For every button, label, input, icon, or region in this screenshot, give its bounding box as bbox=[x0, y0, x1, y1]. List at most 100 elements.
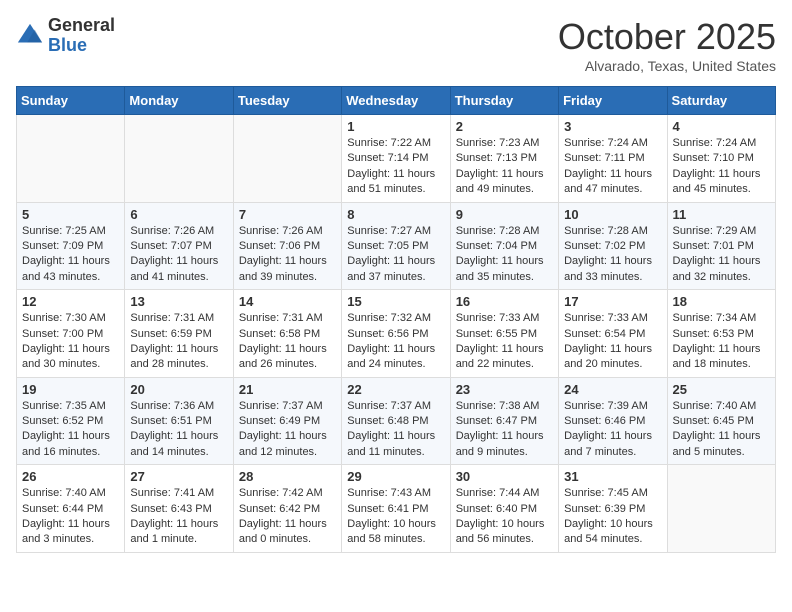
cell-line: Daylight: 11 hours and 22 minutes. bbox=[456, 342, 553, 373]
calendar-cell: 22Sunrise: 7:37 AMSunset: 6:48 PMDayligh… bbox=[342, 377, 450, 465]
cell-line: Sunrise: 7:42 AM bbox=[239, 486, 336, 501]
cell-line: Sunrise: 7:36 AM bbox=[130, 399, 227, 414]
cell-line: Daylight: 11 hours and 32 minutes. bbox=[673, 254, 770, 285]
cell-content: Sunrise: 7:33 AMSunset: 6:54 PMDaylight:… bbox=[564, 311, 661, 373]
cell-content: Sunrise: 7:33 AMSunset: 6:55 PMDaylight:… bbox=[456, 311, 553, 373]
cell-line: Sunset: 6:55 PM bbox=[456, 327, 553, 342]
cell-line: Sunrise: 7:40 AM bbox=[22, 486, 119, 501]
cell-content: Sunrise: 7:31 AMSunset: 6:59 PMDaylight:… bbox=[130, 311, 227, 373]
cell-line: Sunset: 7:06 PM bbox=[239, 239, 336, 254]
cell-line: Sunset: 6:52 PM bbox=[22, 414, 119, 429]
calendar-cell bbox=[667, 465, 775, 553]
day-number: 30 bbox=[456, 469, 553, 484]
cell-content: Sunrise: 7:22 AMSunset: 7:14 PMDaylight:… bbox=[347, 136, 444, 198]
cell-content: Sunrise: 7:37 AMSunset: 6:49 PMDaylight:… bbox=[239, 399, 336, 461]
cell-line: Sunrise: 7:26 AM bbox=[239, 224, 336, 239]
cell-line: Sunset: 7:11 PM bbox=[564, 151, 661, 166]
calendar-cell: 25Sunrise: 7:40 AMSunset: 6:45 PMDayligh… bbox=[667, 377, 775, 465]
cell-line: Sunset: 6:54 PM bbox=[564, 327, 661, 342]
day-number: 23 bbox=[456, 382, 553, 397]
cell-content: Sunrise: 7:30 AMSunset: 7:00 PMDaylight:… bbox=[22, 311, 119, 373]
cell-line: Sunset: 6:59 PM bbox=[130, 327, 227, 342]
calendar-cell: 23Sunrise: 7:38 AMSunset: 6:47 PMDayligh… bbox=[450, 377, 558, 465]
logo: General Blue bbox=[16, 16, 115, 56]
calendar-cell: 30Sunrise: 7:44 AMSunset: 6:40 PMDayligh… bbox=[450, 465, 558, 553]
cell-line: Sunset: 6:39 PM bbox=[564, 502, 661, 517]
cell-content: Sunrise: 7:27 AMSunset: 7:05 PMDaylight:… bbox=[347, 224, 444, 286]
calendar-body: 1Sunrise: 7:22 AMSunset: 7:14 PMDaylight… bbox=[17, 115, 776, 553]
calendar-cell: 29Sunrise: 7:43 AMSunset: 6:41 PMDayligh… bbox=[342, 465, 450, 553]
calendar-cell: 4 Sunrise: 7:24 AMSunset: 7:10 PMDaylight… bbox=[667, 115, 775, 203]
day-header-wednesday: Wednesday bbox=[342, 87, 450, 115]
cell-line: Sunset: 6:40 PM bbox=[456, 502, 553, 517]
cell-line: Daylight: 11 hours and 39 minutes. bbox=[239, 254, 336, 285]
calendar-cell: 11Sunrise: 7:29 AMSunset: 7:01 PMDayligh… bbox=[667, 202, 775, 290]
cell-content: Sunrise: 7:25 AMSunset: 7:09 PMDaylight:… bbox=[22, 224, 119, 286]
cell-line: Sunset: 6:49 PM bbox=[239, 414, 336, 429]
day-header-sunday: Sunday bbox=[17, 87, 125, 115]
cell-content: Sunrise: 7:31 AMSunset: 6:58 PMDaylight:… bbox=[239, 311, 336, 373]
cell-line: Sunrise: 7:28 AM bbox=[564, 224, 661, 239]
cell-line: Sunrise: 7:22 AM bbox=[347, 136, 444, 151]
calendar-cell: 1Sunrise: 7:22 AMSunset: 7:14 PMDaylight… bbox=[342, 115, 450, 203]
day-headers-row: SundayMondayTuesdayWednesdayThursdayFrid… bbox=[17, 87, 776, 115]
cell-content: Sunrise: 7:26 AMSunset: 7:06 PMDaylight:… bbox=[239, 224, 336, 286]
calendar-cell: 3Sunrise: 7:24 AMSunset: 7:11 PMDaylight… bbox=[559, 115, 667, 203]
calendar-cell: 21Sunrise: 7:37 AMSunset: 6:49 PMDayligh… bbox=[233, 377, 341, 465]
cell-line: Daylight: 11 hours and 35 minutes. bbox=[456, 254, 553, 285]
cell-line: Sunrise: 7:23 AM bbox=[456, 136, 553, 151]
logo-general: General bbox=[48, 16, 115, 36]
cell-line: Daylight: 11 hours and 49 minutes. bbox=[456, 167, 553, 198]
cell-content: Sunrise: 7:42 AMSunset: 6:42 PMDaylight:… bbox=[239, 486, 336, 548]
cell-line: Sunset: 7:05 PM bbox=[347, 239, 444, 254]
cell-content: Sunrise: 7:28 AMSunset: 7:04 PMDaylight:… bbox=[456, 224, 553, 286]
day-number: 13 bbox=[130, 294, 227, 309]
day-number: 4 bbox=[673, 119, 770, 134]
calendar-cell bbox=[17, 115, 125, 203]
cell-line: Sunrise: 7:44 AM bbox=[456, 486, 553, 501]
cell-line: Daylight: 11 hours and 1 minute. bbox=[130, 517, 227, 548]
cell-line: Sunrise: 7:32 AM bbox=[347, 311, 444, 326]
cell-line: Sunrise: 7:39 AM bbox=[564, 399, 661, 414]
cell-line: Sunrise: 7:25 AM bbox=[22, 224, 119, 239]
calendar-cell: 12Sunrise: 7:30 AMSunset: 7:00 PMDayligh… bbox=[17, 290, 125, 378]
cell-content: Sunrise: 7:39 AMSunset: 6:46 PMDaylight:… bbox=[564, 399, 661, 461]
calendar-cell: 31Sunrise: 7:45 AMSunset: 6:39 PMDayligh… bbox=[559, 465, 667, 553]
cell-line: Daylight: 11 hours and 5 minutes. bbox=[673, 429, 770, 460]
calendar-cell: 27Sunrise: 7:41 AMSunset: 6:43 PMDayligh… bbox=[125, 465, 233, 553]
cell-line: Daylight: 11 hours and 30 minutes. bbox=[22, 342, 119, 373]
cell-line: Sunrise: 7:35 AM bbox=[22, 399, 119, 414]
calendar-cell: 19Sunrise: 7:35 AMSunset: 6:52 PMDayligh… bbox=[17, 377, 125, 465]
cell-line: Sunrise: 7:37 AM bbox=[347, 399, 444, 414]
cell-line: Sunset: 7:10 PM bbox=[673, 151, 770, 166]
cell-line: Sunset: 6:46 PM bbox=[564, 414, 661, 429]
day-number: 27 bbox=[130, 469, 227, 484]
cell-line: Sunrise: 7:34 AM bbox=[673, 311, 770, 326]
day-number: 7 bbox=[239, 207, 336, 222]
calendar-cell: 16Sunrise: 7:33 AMSunset: 6:55 PMDayligh… bbox=[450, 290, 558, 378]
day-number: 28 bbox=[239, 469, 336, 484]
day-number: 25 bbox=[673, 382, 770, 397]
cell-line: Daylight: 11 hours and 33 minutes. bbox=[564, 254, 661, 285]
calendar-cell: 26Sunrise: 7:40 AMSunset: 6:44 PMDayligh… bbox=[17, 465, 125, 553]
calendar-cell: 18Sunrise: 7:34 AMSunset: 6:53 PMDayligh… bbox=[667, 290, 775, 378]
cell-content: Sunrise: 7:37 AMSunset: 6:48 PMDaylight:… bbox=[347, 399, 444, 461]
cell-line: Sunrise: 7:33 AM bbox=[564, 311, 661, 326]
week-row-2: 5Sunrise: 7:25 AMSunset: 7:09 PMDaylight… bbox=[17, 202, 776, 290]
cell-line: Sunset: 6:41 PM bbox=[347, 502, 444, 517]
calendar-cell: 10Sunrise: 7:28 AMSunset: 7:02 PMDayligh… bbox=[559, 202, 667, 290]
cell-line: Sunset: 7:14 PM bbox=[347, 151, 444, 166]
cell-content: Sunrise: 7:24 AMSunset: 7:10 PMDaylight:… bbox=[673, 136, 770, 198]
page-header: General Blue October 2025 Alvarado, Texa… bbox=[16, 16, 776, 74]
day-number: 2 bbox=[456, 119, 553, 134]
cell-line: Daylight: 11 hours and 41 minutes. bbox=[130, 254, 227, 285]
cell-line: Sunset: 7:09 PM bbox=[22, 239, 119, 254]
cell-line: Daylight: 11 hours and 14 minutes. bbox=[130, 429, 227, 460]
calendar-cell bbox=[233, 115, 341, 203]
day-number: 17 bbox=[564, 294, 661, 309]
week-row-3: 12Sunrise: 7:30 AMSunset: 7:00 PMDayligh… bbox=[17, 290, 776, 378]
calendar-cell: 9Sunrise: 7:28 AMSunset: 7:04 PMDaylight… bbox=[450, 202, 558, 290]
cell-line: Sunset: 6:48 PM bbox=[347, 414, 444, 429]
cell-line: Daylight: 10 hours and 54 minutes. bbox=[564, 517, 661, 548]
cell-line: Daylight: 11 hours and 26 minutes. bbox=[239, 342, 336, 373]
